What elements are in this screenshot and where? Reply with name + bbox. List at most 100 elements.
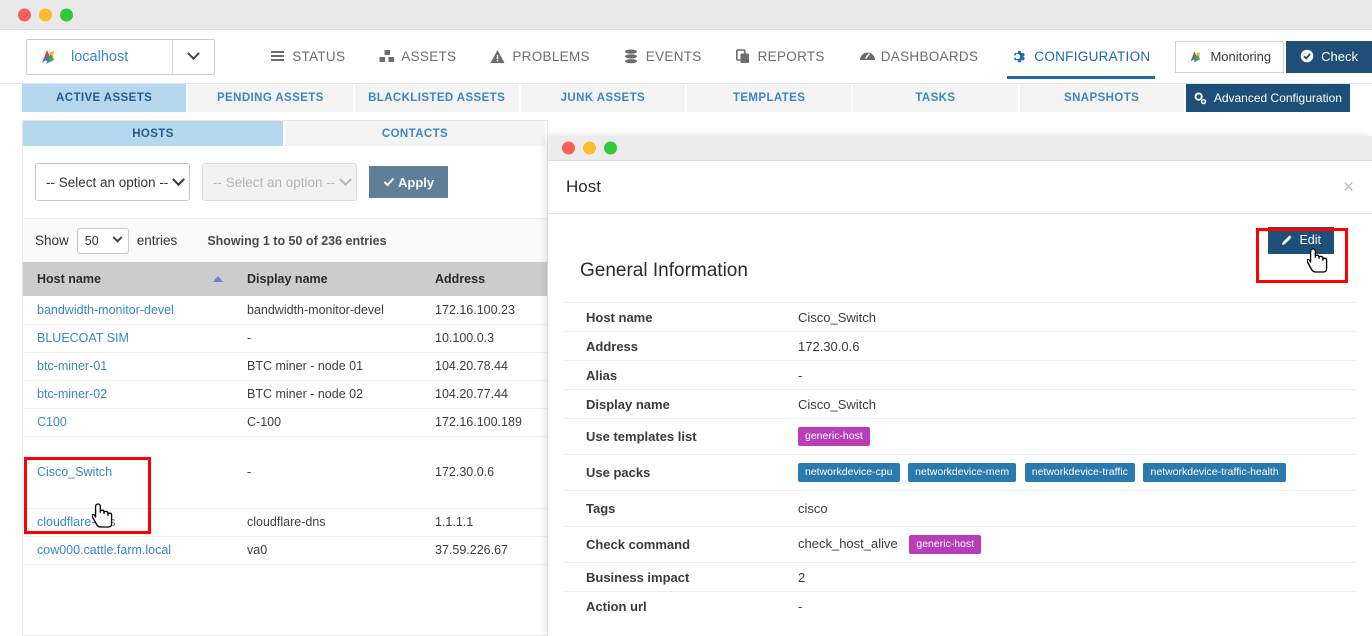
nav-item-reports[interactable]: REPORTS	[719, 30, 842, 83]
apply-button-label: Apply	[398, 174, 435, 190]
column-header-display-name[interactable]: Display name	[233, 262, 421, 296]
database-icon	[624, 49, 639, 64]
address-cell: 1.1.1.1	[421, 508, 547, 537]
nav-item-dashboards[interactable]: DASHBOARDS	[842, 30, 996, 83]
apply-button[interactable]: Apply	[369, 166, 449, 198]
host-link[interactable]: C100	[37, 415, 67, 429]
tab-active-assets[interactable]: ACTIVE ASSETS	[22, 84, 189, 112]
filter-primary-select[interactable]: -- Select an option --	[35, 163, 190, 201]
host-name-cell[interactable]: bandwidth-monitor-devel	[23, 296, 233, 325]
host-name-cell[interactable]: cloudflare-dns	[23, 508, 233, 537]
minimize-window-button[interactable]	[39, 8, 52, 21]
hosts-table: Host name Display name Address bandwidth…	[23, 262, 547, 565]
detail-value: 172.30.0.6	[776, 331, 1356, 361]
assets-left-panel: HOSTS CONTACTS -- Select an option -- --…	[22, 120, 548, 636]
table-row[interactable]: C100 C-100 172.16.100.189	[23, 408, 547, 437]
host-name-cell[interactable]: btc-miner-02	[23, 380, 233, 409]
tab-advanced-configuration[interactable]: Advanced Configuration	[1185, 84, 1350, 112]
monitoring-button[interactable]: Monitoring	[1175, 40, 1285, 73]
check-button[interactable]: Check	[1286, 40, 1372, 73]
check-command-badge[interactable]: generic-host	[909, 535, 982, 554]
pack-badge[interactable]: networkdevice-mem	[908, 463, 1017, 482]
detail-label: Tags	[564, 490, 776, 527]
nav-item-status[interactable]: STATUS	[253, 30, 362, 83]
tab-snapshots[interactable]: SNAPSHOTS	[1019, 84, 1186, 112]
host-name-cell[interactable]: C100	[23, 408, 233, 437]
host-link[interactable]: btc-miner-01	[37, 359, 107, 373]
entries-per-page-select[interactable]: 50	[76, 227, 129, 254]
application-window: localhost STATUS ASSETS PROBLEMS EVENTS …	[0, 0, 1372, 636]
pack-badge[interactable]: networkdevice-traffic-health	[1143, 463, 1286, 482]
host-name-cell[interactable]: btc-miner-01	[23, 352, 233, 381]
maximize-window-button[interactable]	[60, 8, 73, 21]
host-selector-value: localhost	[71, 48, 129, 65]
host-link[interactable]: cow000.cattle.farm.local	[37, 543, 171, 557]
table-row[interactable]: BLUECOAT SIM - 10.100.0.3	[23, 324, 547, 353]
tab-junk-assets[interactable]: JUNK ASSETS	[520, 84, 687, 112]
subtab-contacts[interactable]: CONTACTS	[285, 121, 547, 146]
display-name-cell: BTC miner - node 02	[233, 380, 421, 409]
detail-row: Business impact 2	[564, 562, 1356, 592]
template-badge[interactable]: generic-host	[798, 427, 870, 446]
nav-item-label: EVENTS	[645, 49, 702, 64]
nav-item-events[interactable]: EVENTS	[607, 30, 719, 83]
host-selector-dropdown-button[interactable]	[172, 39, 214, 74]
table-row[interactable]: btc-miner-02 BTC miner - node 02 104.20.…	[23, 380, 547, 409]
address-cell: 104.20.78.44	[421, 352, 547, 381]
check-icon	[383, 176, 395, 188]
table-row[interactable]: cloudflare-dns cloudflare-dns 1.1.1.1	[23, 508, 547, 537]
filter-secondary-select[interactable]: -- Select an option --	[202, 163, 357, 201]
tab-blacklisted-assets[interactable]: BLACKLISTED ASSETS	[354, 84, 521, 112]
host-detail-window: Host × Edit General Information Host nam…	[548, 136, 1372, 636]
detail-label: Display name	[564, 389, 776, 419]
cubes-icon	[379, 49, 395, 64]
tab-templates[interactable]: TEMPLATES	[687, 84, 854, 112]
detail-value-badges: networkdevice-cpu networkdevice-mem netw…	[776, 454, 1356, 491]
host-name-cell[interactable]: Cisco_Switch	[23, 436, 233, 509]
shinken-logo-icon	[1188, 49, 1203, 64]
pack-badge[interactable]: networkdevice-traffic	[1024, 463, 1135, 482]
host-link[interactable]: cloudflare-dns	[37, 515, 116, 529]
close-window-button[interactable]	[18, 8, 31, 21]
chevron-down-icon	[335, 172, 356, 187]
detail-row: Address 172.30.0.6	[564, 331, 1356, 361]
tab-tasks[interactable]: TASKS	[853, 84, 1020, 112]
check-button-label: Check	[1321, 49, 1358, 64]
detail-minimize-window-button[interactable]	[583, 141, 596, 155]
host-name-cell[interactable]: cow000.cattle.farm.local	[23, 536, 233, 565]
detail-window-titlebar	[548, 136, 1372, 161]
nav-item-configuration[interactable]: CONFIGURATION	[995, 30, 1167, 83]
nav-item-label: STATUS	[292, 49, 346, 64]
table-row[interactable]: bandwidth-monitor-devel bandwidth-monito…	[23, 296, 547, 325]
detail-maximize-window-button[interactable]	[604, 141, 617, 155]
nav-item-problems[interactable]: PROBLEMS	[473, 30, 606, 83]
host-name-cell[interactable]: BLUECOAT SIM	[23, 324, 233, 353]
host-selector[interactable]: localhost	[26, 38, 216, 75]
window-traffic-lights	[18, 8, 73, 21]
host-link[interactable]: BLUECOAT SIM	[37, 331, 129, 345]
left-panel-subtabs: HOSTS CONTACTS	[23, 121, 547, 146]
close-icon[interactable]: ×	[1343, 178, 1354, 197]
column-header-host-name[interactable]: Host name	[23, 262, 233, 296]
display-name-cell: va0	[233, 536, 421, 565]
browser-titlebar	[0, 0, 1372, 30]
nav-item-assets[interactable]: ASSETS	[362, 30, 473, 83]
subtab-hosts[interactable]: HOSTS	[23, 121, 285, 146]
edit-button[interactable]: Edit	[1268, 226, 1334, 254]
table-row[interactable]: cow000.cattle.farm.local va0 37.59.226.6…	[23, 536, 547, 565]
table-row-selected[interactable]: Cisco_Switch - 172.30.0.6	[23, 436, 547, 509]
host-link[interactable]: btc-miner-02	[37, 387, 107, 401]
host-link[interactable]: bandwidth-monitor-devel	[37, 303, 174, 317]
nav-button-group: Monitoring Check	[1175, 40, 1372, 73]
table-header-row: Host name Display name Address	[23, 262, 547, 296]
detail-label: Host name	[564, 302, 776, 332]
pack-badge[interactable]: networkdevice-cpu	[798, 463, 900, 482]
table-row[interactable]: btc-miner-01 BTC miner - node 01 104.20.…	[23, 352, 547, 381]
detail-close-window-button[interactable]	[562, 141, 575, 155]
check-command-value: check_host_alive	[798, 535, 898, 551]
tab-pending-assets[interactable]: PENDING ASSETS	[188, 84, 355, 112]
column-header-address[interactable]: Address	[421, 262, 547, 296]
subtab-label: HOSTS	[132, 127, 174, 140]
section-title: General Information	[580, 260, 748, 281]
host-link[interactable]: Cisco_Switch	[37, 465, 112, 479]
